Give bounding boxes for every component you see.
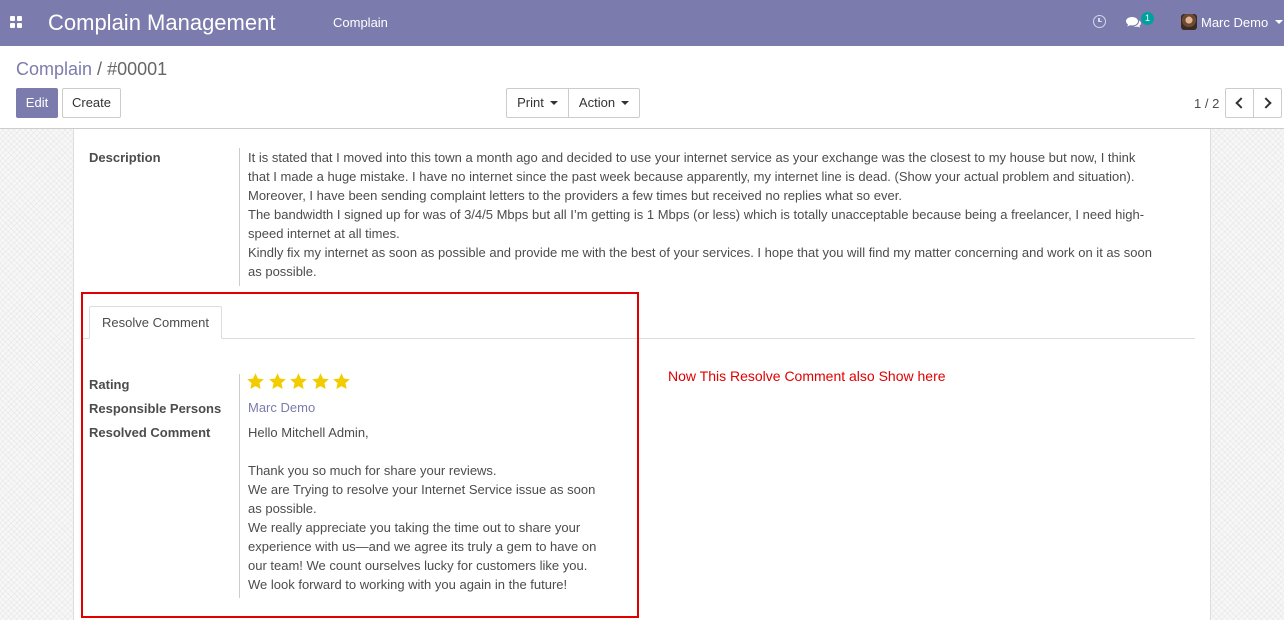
user-menu-name[interactable]: Marc Demo <box>1201 15 1268 30</box>
description-paragraph: The bandwidth I signed up for was of 3/4… <box>248 207 1145 241</box>
description-paragraph: Moreover, I have been sending complaint … <box>248 188 902 203</box>
annotation-note: Now This Resolve Comment also Show here <box>668 368 946 384</box>
edit-button[interactable]: Edit <box>16 88 58 118</box>
description-paragraph: Kindly fix my internet as soon as possib… <box>248 245 1152 279</box>
description-divider <box>239 148 240 286</box>
create-button[interactable]: Create <box>62 88 121 118</box>
caret-down-icon <box>621 100 630 105</box>
description-field: It is stated that I moved into this town… <box>248 148 1158 281</box>
print-label: Print <box>517 95 544 110</box>
pager-next-button[interactable] <box>1253 88 1282 118</box>
breadcrumb-current-record: #00001 <box>107 59 168 79</box>
caret-down-icon <box>549 100 558 105</box>
activity-clock-icon[interactable] <box>1093 15 1106 28</box>
chevron-right-icon <box>1260 97 1272 109</box>
action-dropdown-button[interactable]: Action <box>568 88 640 118</box>
description-label: Description <box>89 150 161 165</box>
menu-item-complain[interactable]: Complain <box>333 15 388 30</box>
chat-count-badge: 1 <box>1141 12 1154 25</box>
print-dropdown-button[interactable]: Print <box>506 88 569 118</box>
apps-menu-icon[interactable] <box>10 16 22 28</box>
breadcrumb: Complain / #00001 <box>16 59 167 80</box>
breadcrumb-separator: / <box>97 59 103 79</box>
pager-previous-button[interactable] <box>1225 88 1254 118</box>
app-title[interactable]: Complain Management <box>48 10 275 36</box>
control-panel: Complain / #00001 Edit Create Print Action… <box>0 46 1284 129</box>
chevron-left-icon <box>1235 97 1247 109</box>
breadcrumb-complain-link[interactable]: Complain <box>16 59 92 79</box>
chat-icon[interactable] <box>1126 16 1141 28</box>
user-avatar[interactable] <box>1181 14 1197 30</box>
action-label: Action <box>578 95 616 110</box>
top-navbar: Complain Management Complain 1 Marc Demo <box>0 0 1284 46</box>
description-paragraph: It is stated that I moved into this town… <box>248 150 1136 184</box>
user-menu-caret-icon[interactable] <box>1275 20 1283 24</box>
highlight-box <box>81 292 639 618</box>
pager-value[interactable]: 1 / 2 <box>1194 96 1219 111</box>
